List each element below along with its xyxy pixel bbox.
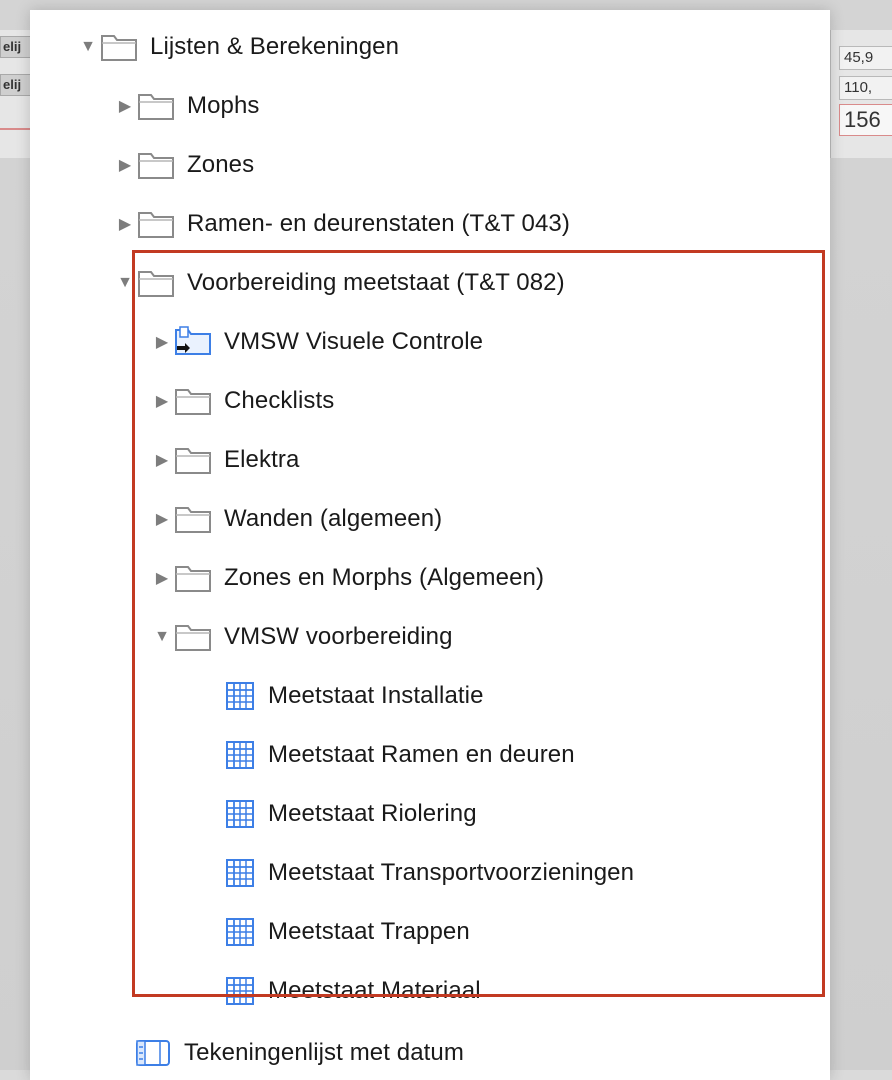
tree-item-meetstaat-transportvoorzieningen[interactable]: Meetstaat Transportvoorzieningen [224,853,634,893]
background-cell: 45,9 [839,46,892,70]
table-icon [224,857,256,889]
table-icon [224,798,256,830]
tree-panel: ▼ Lijsten & Berekeningen ▶ Mophs ▶ Zones… [30,10,830,1080]
tree-item-label: Meetstaat Riolering [268,800,477,827]
tree-item-tekeningenlijst[interactable]: Tekeningenlijst met datum [134,1033,464,1073]
tree-item-ramen-deurenstaten[interactable]: ▶ Ramen- en deurenstaten (T&T 043) [113,204,570,244]
disclosure-collapsed-icon[interactable]: ▶ [113,145,137,185]
tree-item-voorbereiding-meetstaat[interactable]: ▼ Voorbereiding meetstaat (T&T 082) [113,263,565,303]
table-icon [224,916,256,948]
tree-item-label: Meetstaat Trappen [268,918,470,945]
folder-icon [174,622,212,652]
tree-item-label: Meetstaat Ramen en deuren [268,741,575,768]
tree-item-meetstaat-riolering[interactable]: Meetstaat Riolering [224,794,477,834]
background-cell: 110, [839,76,892,100]
tree-item-label: Meetstaat Transportvoorzieningen [268,859,635,886]
tree-item-mophs[interactable]: ▶ Mophs [113,86,260,126]
disclosure-collapsed-icon[interactable]: ▶ [150,499,174,539]
folder-icon [137,268,175,298]
folder-icon [174,504,212,534]
tree-item-label: Checklists [224,387,335,414]
folder-icon [137,209,175,239]
tree-item-label: Meetstaat Installatie [268,682,484,709]
tree-item-zones[interactable]: ▶ Zones [113,145,254,185]
table-icon [224,975,256,1007]
folder-icon [174,386,212,416]
tree-item-label: VMSW Visuele Controle [224,328,484,355]
folder-icon [137,150,175,180]
disclosure-collapsed-icon[interactable]: ▶ [113,86,137,126]
tree-item-label: Meetstaat Materiaal [268,977,481,1004]
tree-item-label: Wanden (algemeen) [224,505,443,532]
table-icon [224,680,256,712]
disclosure-expanded-icon[interactable]: ▼ [150,617,174,657]
disclosure-collapsed-icon[interactable]: ▶ [150,381,174,421]
disclosure-collapsed-icon[interactable]: ▶ [150,322,174,362]
tree-item-wanden-algemeen[interactable]: ▶ Wanden (algemeen) [150,499,442,539]
tree-item-label: Mophs [187,92,260,119]
tree-item-label: VMSW voorbereiding [224,623,453,650]
background-cell: 156 [839,104,892,136]
disclosure-collapsed-icon[interactable]: ▶ [150,558,174,598]
disclosure-expanded-icon[interactable]: ▼ [113,263,137,303]
tree-item-label: Voorbereiding meetstaat (T&T 082) [187,269,565,296]
tree-item-label: Zones en Morphs (Algemeen) [224,564,545,591]
tree-item-label: Tekeningenlijst met datum [184,1039,464,1066]
table-icon [224,739,256,771]
tree-item-label: Zones [187,151,255,178]
linked-folder-icon [174,326,212,358]
list-icon [134,1037,172,1069]
tree-item-vmsw-voorbereiding[interactable]: ▼ VMSW voorbereiding [150,617,453,657]
tree-item-lijsten-berekeningen[interactable]: ▼ Lijsten & Berekeningen [76,27,399,67]
background-spreadsheet-right: 45,9 110, 156 [830,30,892,158]
disclosure-collapsed-icon[interactable]: ▶ [150,440,174,480]
tree-item-vmsw-visuele-controle[interactable]: ▶ VMSW Visuele Controle [150,322,483,362]
tree-item-label: Ramen- en deurenstaten (T&T 043) [187,210,570,237]
tree-item-meetstaat-ramen-deuren[interactable]: Meetstaat Ramen en deuren [224,735,575,775]
tree-item-meetstaat-trappen[interactable]: Meetstaat Trappen [224,912,470,952]
disclosure-collapsed-icon[interactable]: ▶ [113,204,137,244]
tree-item-elektra[interactable]: ▶ Elektra [150,440,299,480]
tree-item-label: Elektra [224,446,300,473]
folder-icon [137,91,175,121]
tree-item-checklists[interactable]: ▶ Checklists [150,381,334,421]
folder-icon [174,563,212,593]
tree-item-meetstaat-materiaal[interactable]: Meetstaat Materiaal [224,971,481,1011]
tree-item-label: Lijsten & Berekeningen [150,33,400,60]
tree-item-zones-en-morphs[interactable]: ▶ Zones en Morphs (Algemeen) [150,558,544,598]
folder-icon [174,445,212,475]
folder-icon [100,32,138,62]
disclosure-expanded-icon[interactable]: ▼ [76,27,100,67]
tree-item-meetstaat-installatie[interactable]: Meetstaat Installatie [224,676,484,716]
